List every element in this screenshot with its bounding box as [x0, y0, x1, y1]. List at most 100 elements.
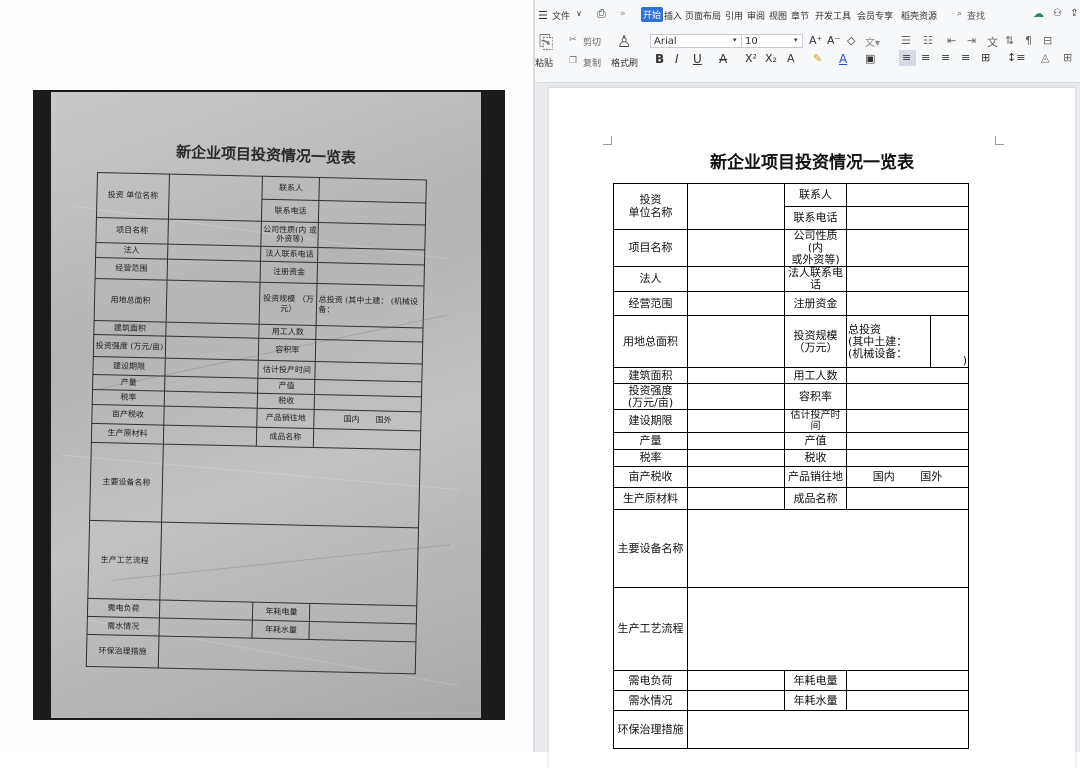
table-cell-label[interactable]: 税率 [613, 449, 688, 468]
user-icon[interactable]: ⚇ [1053, 8, 1062, 19]
chinese-layout-icon[interactable]: 文 [987, 34, 998, 50]
bold-icon[interactable]: B [655, 52, 664, 66]
table-cell-value[interactable] [687, 449, 785, 468]
overseas-label[interactable]: 国外 [920, 470, 942, 483]
more-icon[interactable]: » [620, 9, 626, 19]
table-cell-label[interactable]: 估计投产时间 [784, 409, 847, 434]
superscript-icon[interactable]: X² [745, 52, 757, 65]
table-cell-value[interactable] [846, 487, 969, 511]
table-cell-value[interactable] [687, 710, 969, 750]
table-cell-label[interactable]: 需电负荷 [613, 670, 688, 692]
table-cell-label[interactable]: 税收 [784, 449, 847, 468]
line-spacing-icon[interactable]: ↕≡ [1007, 51, 1025, 64]
clear-format-icon[interactable]: ◇ [847, 34, 855, 47]
tab-chapter[interactable]: 章节 [791, 9, 809, 22]
table-cell-label[interactable]: 亩产税收 [613, 466, 688, 489]
distributed-icon[interactable]: ⊞ [981, 51, 990, 64]
table-cell-value[interactable] [846, 449, 969, 468]
table-cell-value[interactable] [687, 587, 969, 672]
tab-docer[interactable]: 稻壳资源 [901, 9, 937, 22]
table-cell-label[interactable]: 环保治理措施 [613, 710, 688, 750]
table-cell-label[interactable]: 产品销往地 [784, 466, 847, 489]
table-cell-label[interactable]: 需水情况 [613, 690, 688, 712]
table-cell-value[interactable] [846, 266, 969, 293]
phonetic-icon[interactable]: 文▾ [865, 34, 880, 49]
chevron-down-icon[interactable]: ∨ [576, 9, 582, 18]
tab-view[interactable]: 视图 [769, 9, 787, 22]
align-center-icon[interactable]: ≡ [921, 51, 930, 64]
hamburger-icon[interactable]: ☰ [538, 9, 548, 22]
underline-icon[interactable]: U [693, 52, 702, 66]
table-cell-label[interactable]: 产量 [613, 432, 688, 451]
table-cell-sales-region[interactable]: 国内 国外 [846, 466, 969, 489]
sort-icon[interactable]: ⇅ [1005, 34, 1014, 47]
table-cell-label[interactable]: 联系电话 [784, 206, 847, 230]
table-cell-label[interactable]: 投资 单位名称 [613, 183, 688, 230]
numbered-list-icon[interactable]: ☷ [923, 34, 933, 47]
table-cell-label[interactable]: 法人 [613, 266, 688, 293]
increase-indent-icon[interactable]: ⇥ [967, 34, 976, 47]
table-cell-label[interactable]: 建筑面积 [613, 367, 688, 385]
investment-form-table[interactable]: 投资 单位名称 联系人 联系电话 项目名称 公司性质(内 或外资等) 法人 法人… [613, 183, 969, 750]
paste-icon[interactable]: ⎘ [539, 32, 553, 53]
chevron-down-icon[interactable]: ▾ [733, 36, 737, 44]
table-cell-label[interactable]: 容积率 [784, 383, 847, 411]
table-cell-value[interactable] [687, 383, 785, 411]
tab-review[interactable]: 审阅 [747, 9, 765, 22]
justify-icon[interactable]: ≡ [961, 51, 970, 64]
highlight-icon[interactable]: ✎ [813, 52, 822, 65]
table-cell-label[interactable]: 生产原材料 [613, 487, 688, 511]
font-name-select[interactable]: Arial [650, 34, 742, 48]
search-button[interactable]: 查找 [967, 9, 985, 22]
table-cell-total-investment[interactable]: 总投资 (其中土建： (机械设备： [846, 315, 931, 369]
table-cell-value[interactable] [687, 367, 785, 385]
table-cell-value[interactable] [846, 670, 969, 692]
table-cell-value[interactable] [687, 690, 785, 712]
tab-insert[interactable]: 插入 [664, 9, 682, 22]
table-cell-value[interactable] [687, 466, 785, 489]
table-cell-label[interactable]: 生产工艺流程 [613, 587, 688, 672]
document-page[interactable]: 新企业项目投资情况一览表 投资 单位名称 联系人 联系电话 项目名称 公司性质(… [549, 88, 1075, 768]
table-border-icon[interactable]: ⊟ [1043, 34, 1052, 47]
table-cell-label[interactable]: 注册资金 [784, 291, 847, 317]
char-border-icon[interactable]: ▣ [865, 52, 875, 65]
format-painter-button[interactable]: 格式刷 [611, 56, 638, 69]
table-cell-value[interactable] [687, 670, 785, 692]
align-left-glyph-icon[interactable]: ≡ [902, 51, 911, 64]
paste-button[interactable]: 粘贴 [535, 56, 553, 69]
table-cell-value[interactable] [846, 367, 969, 385]
format-painter-icon[interactable]: ♙ [617, 32, 631, 51]
cloud-sync-icon[interactable]: ☁ [1033, 7, 1044, 20]
document-title[interactable]: 新企业项目投资情况一览表 [549, 148, 1075, 173]
table-cell-label[interactable]: 用工人数 [784, 367, 847, 385]
table-cell-value[interactable] [687, 432, 785, 451]
decrease-indent-icon[interactable]: ⇤ [947, 34, 956, 47]
table-cell-label[interactable]: 年耗水量 [784, 690, 847, 712]
share-icon[interactable]: ⇪ [1070, 8, 1078, 19]
scissors-icon[interactable]: ✂ [569, 35, 577, 45]
table-cell-label[interactable]: 年耗电量 [784, 670, 847, 692]
tab-member[interactable]: 会员专享 [857, 9, 893, 22]
table-cell-value[interactable] [687, 509, 969, 589]
table-cell-value[interactable] [846, 432, 969, 451]
show-marks-icon[interactable]: ¶ [1025, 34, 1032, 47]
table-cell-value[interactable] [846, 383, 969, 411]
border-icon[interactable]: ⊞ [1063, 51, 1072, 64]
table-cell-label[interactable]: 投资强度 (万元/亩) [613, 383, 688, 411]
table-cell-label[interactable]: 产值 [784, 432, 847, 451]
domestic-label[interactable]: 国内 [873, 470, 895, 483]
table-cell-value[interactable] [846, 228, 969, 268]
italic-icon[interactable]: I [675, 52, 679, 66]
table-cell-value[interactable] [846, 291, 969, 317]
table-cell-value[interactable] [846, 409, 969, 434]
table-cell-value[interactable] [846, 206, 969, 230]
text-effect-icon[interactable]: A [787, 52, 795, 65]
table-cell-value[interactable] [687, 228, 785, 268]
save-icon[interactable]: ⎙ [597, 7, 606, 21]
table-cell-value[interactable] [687, 487, 785, 511]
bullet-list-icon[interactable]: ☰ [901, 34, 911, 47]
table-cell-value[interactable] [846, 183, 969, 207]
table-cell-value[interactable] [846, 690, 969, 712]
table-cell-value[interactable] [687, 409, 785, 434]
table-cell-label[interactable]: 建设期限 [613, 409, 688, 434]
